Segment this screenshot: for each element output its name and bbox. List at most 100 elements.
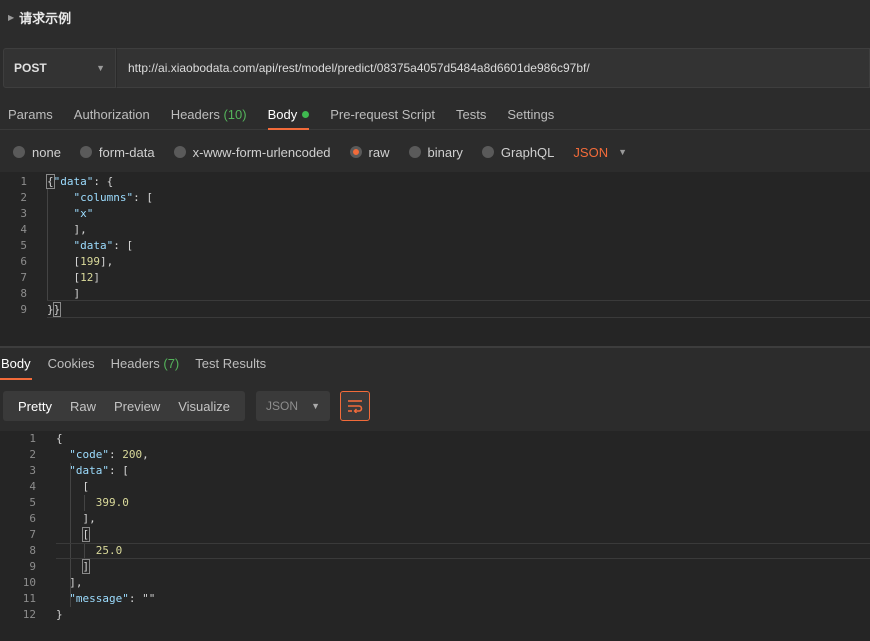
- line-number: 1: [29, 432, 36, 445]
- code-line: 9 ]: [0, 559, 870, 575]
- tab-tests[interactable]: Tests: [456, 99, 486, 130]
- tab-label: Test Results: [195, 356, 267, 371]
- tab-params[interactable]: Params: [8, 99, 53, 130]
- tab-settings[interactable]: Settings: [507, 99, 554, 130]
- tab-label: Pre-request Script: [330, 107, 435, 122]
- method-select[interactable]: POST ▼: [3, 48, 116, 88]
- chevron-down-icon: ▼: [311, 401, 321, 411]
- line-number: 3: [20, 207, 27, 220]
- wrap-lines-icon: [348, 400, 363, 413]
- expand-caret-icon[interactable]: ▶: [8, 13, 14, 22]
- view-visualize-button[interactable]: Visualize: [169, 399, 239, 414]
- chevron-down-icon: ▼: [96, 63, 105, 73]
- code-text: ],: [56, 576, 83, 589]
- section-header[interactable]: ▶ 请求示例: [0, 0, 870, 34]
- tab-authorization[interactable]: Authorization: [74, 99, 150, 130]
- view-mode-segmented: Pretty Raw Preview Visualize: [3, 391, 246, 421]
- tab-test-results[interactable]: Test Results: [195, 349, 266, 380]
- radio-icon: [13, 146, 25, 158]
- headers-count-badge: (7): [163, 356, 180, 371]
- line-number: 8: [29, 544, 36, 557]
- code-text: "code": 200,: [69, 448, 149, 461]
- code-line: 6 ],: [0, 511, 870, 527]
- view-preview-button[interactable]: Preview: [105, 399, 169, 414]
- code-line: 4 [: [0, 479, 870, 495]
- wrap-lines-button[interactable]: [340, 391, 371, 421]
- request-body-editor[interactable]: 1 {"data": { 2 "columns": [ 3 "x" 4 ], 5 …: [0, 172, 870, 346]
- radio-label: binary: [427, 144, 463, 160]
- line-number: 2: [29, 448, 36, 461]
- code-line: 2 "code": 200,: [0, 447, 870, 463]
- radio-raw[interactable]: raw: [349, 144, 390, 160]
- view-pretty-button[interactable]: Pretty: [9, 399, 61, 414]
- line-number: 2: [20, 191, 27, 204]
- line-number: 9: [20, 303, 27, 316]
- line-number: 7: [20, 271, 27, 284]
- code-text: [12]: [47, 271, 100, 284]
- radio-graphql[interactable]: GraphQL: [481, 144, 555, 160]
- tab-prerequest-script[interactable]: Pre-request Script: [330, 99, 435, 130]
- tab-response-body[interactable]: Body: [0, 349, 32, 380]
- tab-response-headers[interactable]: Headers (7): [111, 349, 180, 380]
- url-input[interactable]: http://ai.xiaobodata.com/api/rest/model/…: [116, 48, 870, 88]
- request-tabs: Params Authorization Headers (10) Body P…: [0, 99, 870, 130]
- tab-cookies[interactable]: Cookies: [48, 349, 95, 380]
- line-number: 12: [22, 608, 36, 621]
- body-type-selector: none form-data x-www-form-urlencoded raw…: [0, 136, 870, 168]
- radio-urlencoded[interactable]: x-www-form-urlencoded: [173, 145, 331, 160]
- code-text: [: [81, 527, 91, 542]
- code-line: 8 ]: [0, 286, 870, 302]
- radio-icon: [408, 146, 421, 158]
- code-line: 2 "columns": [: [0, 190, 870, 206]
- tab-label: Params: [8, 107, 53, 122]
- line-number: 6: [29, 512, 36, 525]
- code-line: 12}: [0, 607, 870, 623]
- line-number: 4: [20, 223, 27, 236]
- line-number: 3: [29, 464, 36, 477]
- radio-binary[interactable]: binary: [408, 144, 463, 160]
- radio-none[interactable]: none: [13, 145, 61, 160]
- code-text: {"data": {: [46, 174, 114, 189]
- code-line: 1 {"data": {: [0, 174, 870, 190]
- radio-icon: [481, 146, 494, 158]
- tab-label: Authorization: [73, 107, 150, 122]
- chevron-down-icon[interactable]: ▼: [618, 147, 627, 157]
- tab-label: Body: [267, 107, 298, 122]
- code-text: ]: [81, 559, 91, 574]
- url-text: http://ai.xiaobodata.com/api/rest/model/…: [128, 61, 590, 75]
- view-raw-button[interactable]: Raw: [61, 399, 105, 414]
- code-line: 7 [: [0, 527, 870, 543]
- headers-count-badge: (10): [223, 107, 247, 122]
- code-line: 11 "message": "": [0, 591, 870, 607]
- line-number: 1: [20, 175, 27, 188]
- tab-headers[interactable]: Headers (10): [171, 99, 247, 130]
- code-line: 3 "data": [: [0, 463, 870, 479]
- format-label: JSON: [266, 399, 299, 413]
- response-body-viewer[interactable]: 1{ 2 "code": 200, 3 "data": [ 4 [ 5 399.…: [0, 431, 870, 641]
- method-label: POST: [14, 61, 47, 75]
- tab-label: Settings: [507, 107, 555, 122]
- code-line: 8 25.0: [0, 543, 870, 559]
- code-text: ],: [56, 512, 96, 525]
- status-dot-icon: [302, 111, 310, 118]
- radio-label: form-data: [98, 144, 155, 160]
- response-toolbar: Pretty Raw Preview Visualize JSON ▼: [3, 391, 371, 421]
- radio-form-data[interactable]: form-data: [79, 144, 155, 160]
- response-format-select[interactable]: JSON ▼: [256, 391, 331, 421]
- radio-icon: [173, 146, 186, 158]
- body-format-select[interactable]: JSON: [573, 145, 608, 160]
- radio-icon: [79, 146, 92, 158]
- tab-label: Headers: [170, 107, 220, 122]
- radio-selected-icon: [349, 146, 362, 158]
- line-number: 9: [29, 560, 36, 573]
- radio-label: raw: [368, 144, 390, 160]
- code-text: ]: [47, 287, 81, 300]
- response-tabs: Body Cookies Headers (7) Test Results: [0, 349, 870, 380]
- line-number: 7: [29, 528, 36, 541]
- radio-label: GraphQL: [500, 144, 555, 160]
- tab-body[interactable]: Body: [267, 99, 310, 130]
- line-number: 4: [29, 480, 36, 493]
- pane-divider[interactable]: [0, 346, 870, 348]
- section-title: 请求示例: [19, 10, 72, 26]
- code-text: }: [56, 608, 63, 621]
